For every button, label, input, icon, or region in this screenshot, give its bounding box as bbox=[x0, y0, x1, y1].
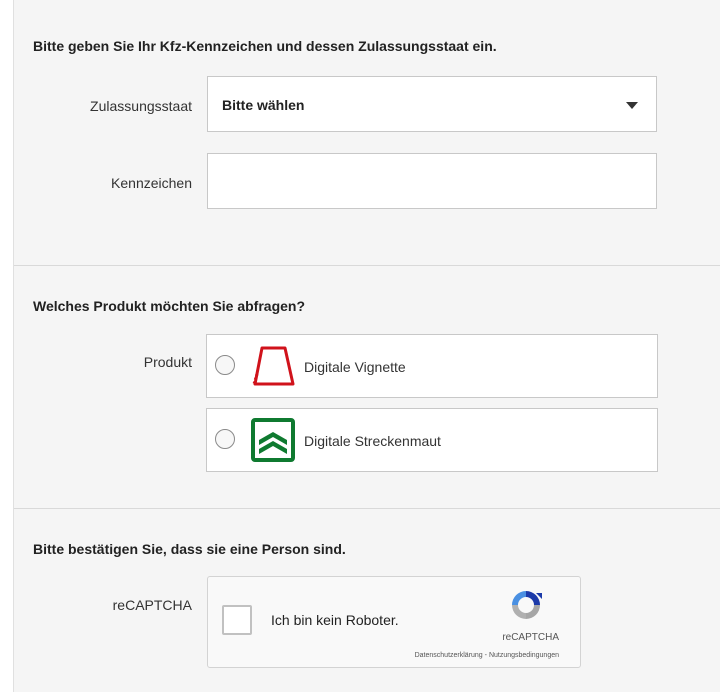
plate-input[interactable] bbox=[207, 153, 657, 209]
product-section: Welches Produkt möchten Sie abfragen? Pr… bbox=[14, 265, 720, 508]
vignette-icon bbox=[252, 346, 295, 386]
recaptcha-brand: reCAPTCHA bbox=[502, 632, 559, 643]
chevron-down-icon bbox=[626, 102, 638, 109]
captcha-label: reCAPTCHA bbox=[112, 597, 192, 613]
streckenmaut-radio[interactable] bbox=[215, 429, 235, 449]
captcha-section: Bitte bestätigen Sie, dass sie eine Pers… bbox=[14, 508, 720, 693]
form-frame: Bitte geben Sie Ihr Kfz-Kennzeichen und … bbox=[13, 0, 720, 692]
recaptcha-checkbox[interactable] bbox=[222, 605, 252, 635]
recaptcha-text: Ich bin kein Roboter. bbox=[271, 612, 399, 628]
recaptcha-logo-icon bbox=[512, 591, 542, 619]
vignette-option-label: Digitale Vignette bbox=[304, 359, 406, 375]
streckenmaut-icon bbox=[251, 418, 295, 462]
product-option-vignette[interactable]: Digitale Vignette bbox=[206, 334, 658, 398]
vignette-radio[interactable] bbox=[215, 355, 235, 375]
recaptcha-links: Datenschutzerklärung - Nutzungsbedingung… bbox=[208, 652, 559, 659]
recaptcha-widget: Ich bin kein Roboter. reCAPTCHA Datensch… bbox=[207, 576, 581, 668]
country-select[interactable]: Bitte wählen bbox=[207, 76, 657, 132]
captcha-heading: Bitte bestätigen Sie, dass sie eine Pers… bbox=[33, 541, 346, 557]
product-heading: Welches Produkt möchten Sie abfragen? bbox=[33, 298, 306, 314]
product-option-streckenmaut[interactable]: Digitale Streckenmaut bbox=[206, 408, 658, 472]
privacy-link[interactable]: Datenschutzerklärung bbox=[415, 652, 483, 659]
terms-link[interactable]: Nutzungsbedingungen bbox=[489, 652, 559, 659]
vehicle-section: Bitte geben Sie Ihr Kfz-Kennzeichen und … bbox=[14, 0, 720, 264]
streckenmaut-option-label: Digitale Streckenmaut bbox=[304, 433, 441, 449]
plate-label: Kennzeichen bbox=[111, 175, 192, 191]
product-label: Produkt bbox=[143, 354, 192, 370]
country-label: Zulassungsstaat bbox=[90, 98, 192, 114]
vehicle-heading: Bitte geben Sie Ihr Kfz-Kennzeichen und … bbox=[33, 38, 497, 54]
country-select-value: Bitte wählen bbox=[222, 97, 305, 113]
